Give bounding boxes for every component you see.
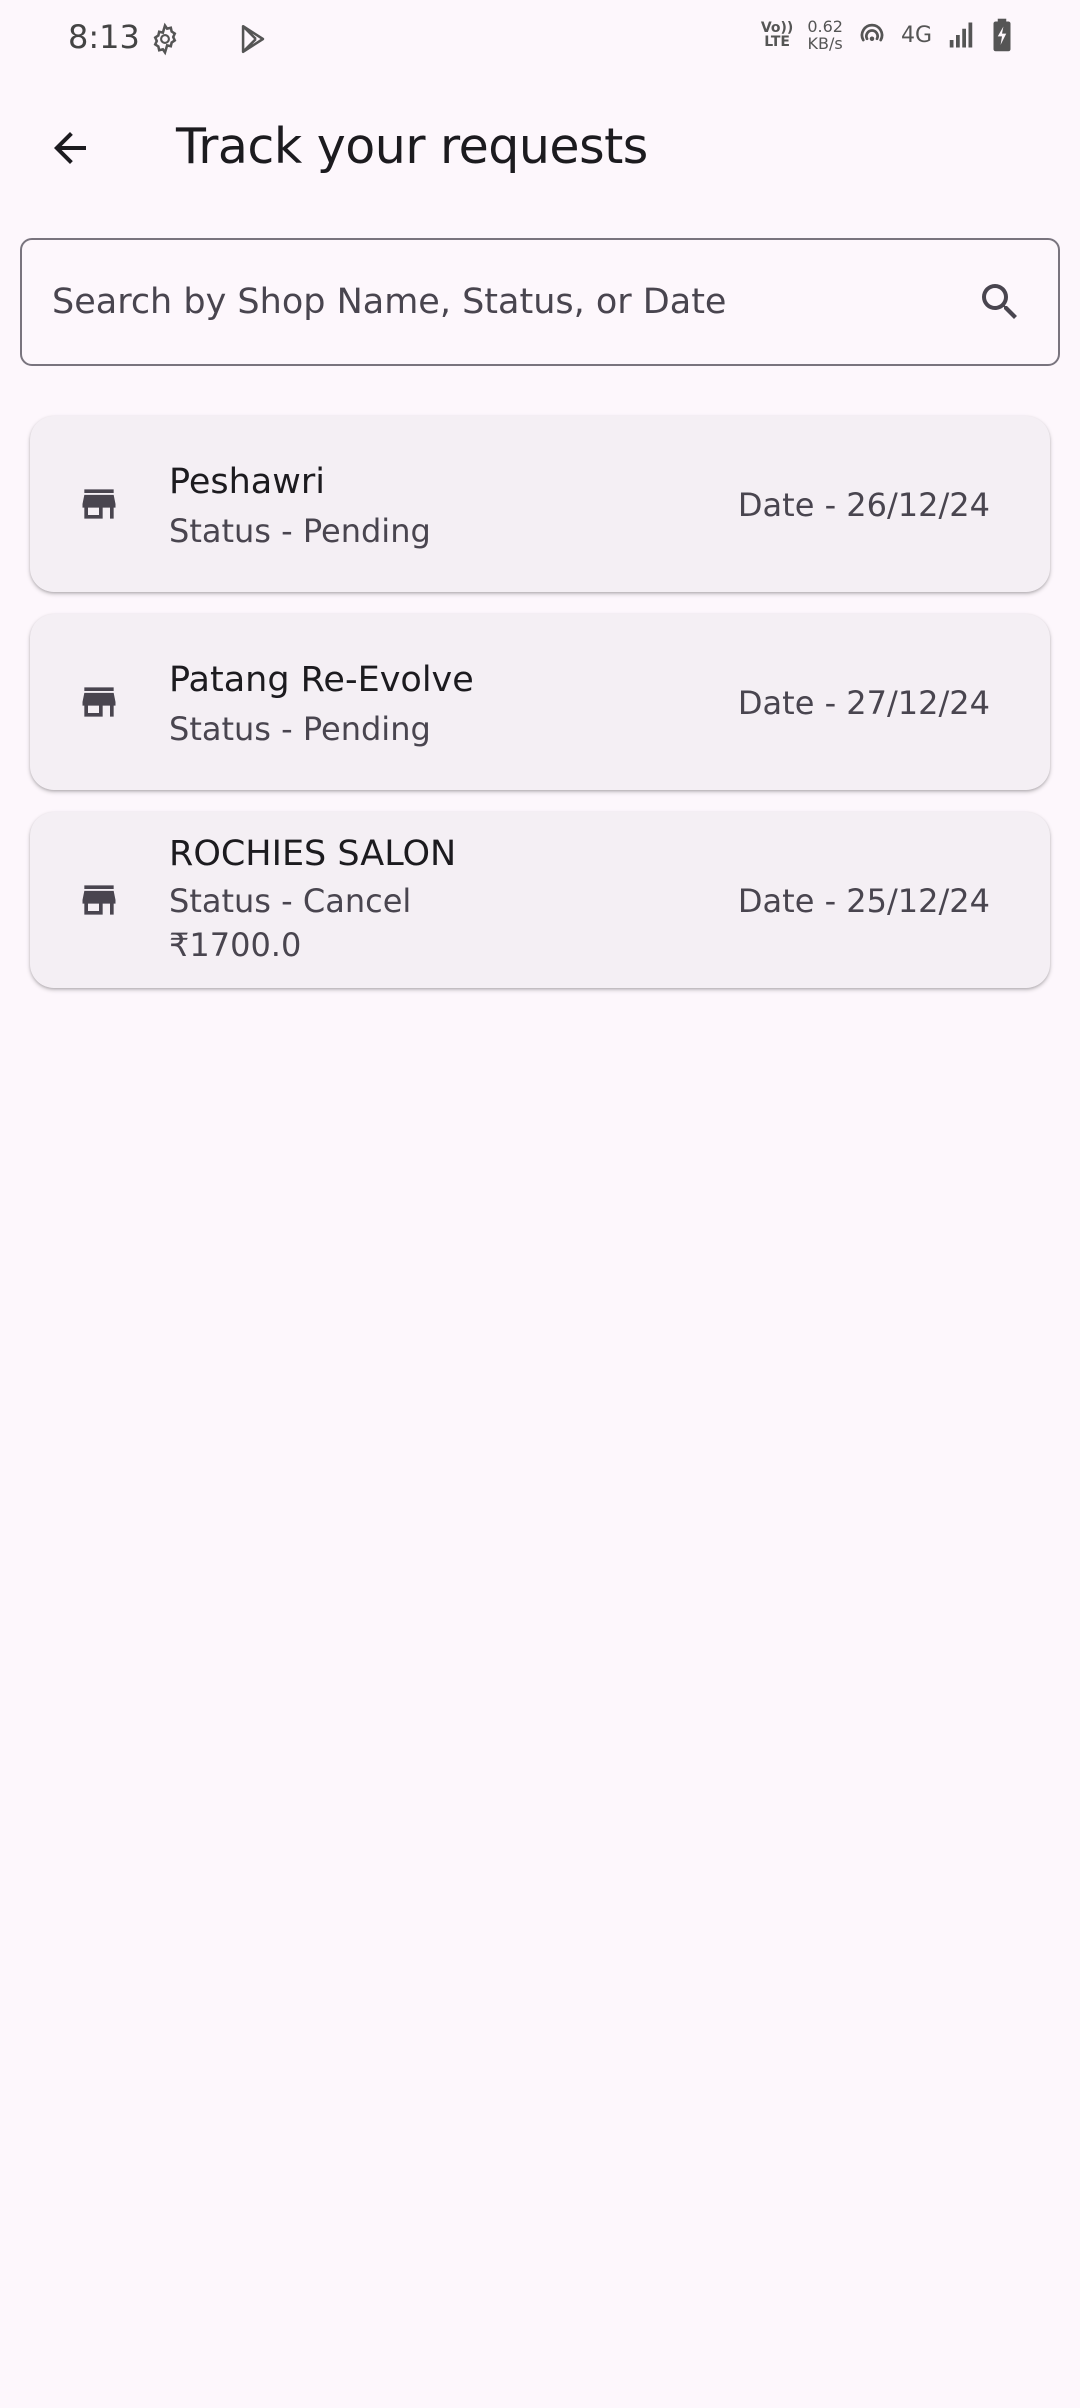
- shop-name: Peshawri: [169, 462, 325, 502]
- volte-bottom-text: LTE: [764, 34, 790, 50]
- status-bar: 8:13 Vo)) LTE 0.62 KB/s 4G: [0, 0, 1080, 80]
- app-bar: Track your requests: [0, 100, 1080, 196]
- hotspot-icon: [860, 23, 884, 42]
- settings-gear-icon: [153, 22, 177, 56]
- status-time: 8:13: [68, 18, 140, 56]
- request-status: Status - Pending: [169, 512, 431, 550]
- volte-icon: Vo)) LTE: [761, 21, 793, 49]
- shop-name: Patang Re-Evolve: [169, 660, 474, 700]
- arrow-back-icon: [54, 132, 86, 164]
- play-store-icon: [241, 24, 265, 54]
- search-input[interactable]: [50, 240, 950, 364]
- status-right-group: Vo)) LTE 0.62 KB/s 4G: [761, 18, 1014, 52]
- request-date: Date - 26/12/24: [737, 486, 990, 524]
- search-box[interactable]: [20, 238, 1060, 366]
- request-card[interactable]: Patang Re-Evolve Status - Pending Date -…: [30, 614, 1050, 790]
- request-status: Status - Cancel: [169, 882, 412, 920]
- request-date: Date - 25/12/24: [737, 882, 990, 920]
- network-type: 4G: [900, 22, 932, 48]
- network-speed-unit: KB/s: [807, 34, 843, 53]
- battery-charging-icon: [993, 18, 1011, 52]
- search-icon[interactable]: [976, 278, 1024, 326]
- store-icon: [82, 885, 116, 915]
- request-price: ₹1700.0: [169, 926, 302, 964]
- request-date: Date - 27/12/24: [737, 684, 990, 722]
- store-icon: [82, 687, 116, 717]
- page-title: Track your requests: [176, 118, 648, 175]
- request-status: Status - Pending: [169, 710, 431, 748]
- signal-icon: [949, 22, 973, 48]
- back-button[interactable]: [36, 120, 104, 176]
- request-card[interactable]: ROCHIES SALON Status - Cancel ₹1700.0 Da…: [30, 812, 1050, 988]
- shop-name: ROCHIES SALON: [169, 834, 457, 874]
- network-speed: 0.62 KB/s: [807, 18, 843, 52]
- store-icon: [82, 489, 116, 519]
- network-speed-value: 0.62: [807, 17, 843, 36]
- request-card[interactable]: Peshawri Status - Pending Date - 26/12/2…: [30, 416, 1050, 592]
- volte-top-text: Vo)): [760, 20, 794, 36]
